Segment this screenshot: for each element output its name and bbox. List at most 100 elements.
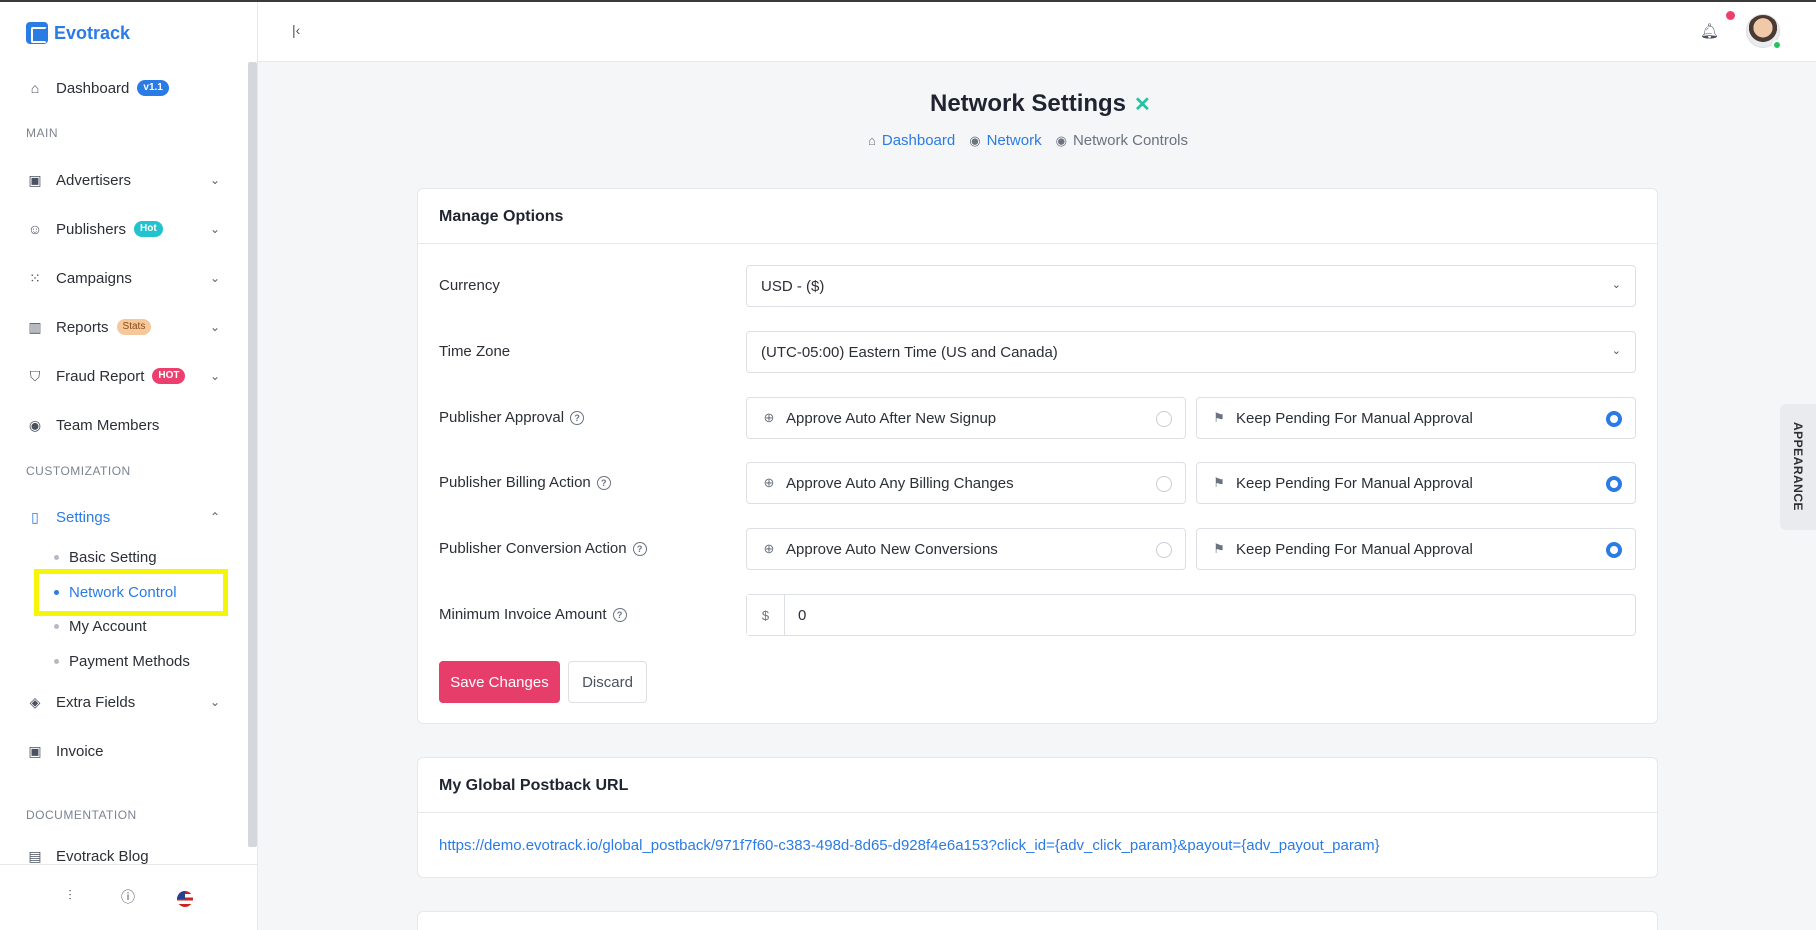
select-value: USD - ($) xyxy=(761,277,825,295)
chevron-down-icon: ⌄ xyxy=(209,173,221,187)
globe-icon: ⊕ xyxy=(763,541,775,556)
sidebar-item-dashboard[interactable]: ⌂ Dashboard v1.1 xyxy=(26,74,222,102)
billing-action-label: Publisher Billing Action ? xyxy=(439,474,611,491)
sliders-icon[interactable]: ⫶ xyxy=(61,887,79,905)
postback-card: My Global Postback URL https://demo.evot… xyxy=(417,757,1658,878)
approve-auto-signup-option[interactable]: ⊕ Approve Auto After New Signup xyxy=(746,397,1186,439)
sidebar-item-label: Team Members xyxy=(56,416,160,434)
option-label: Approve Auto Any Billing Changes xyxy=(786,474,1014,492)
tag-icon: ◈ xyxy=(29,693,41,710)
min-invoice-input-group: $ 0 xyxy=(746,594,1636,636)
settings-icon: ▯ xyxy=(31,508,39,525)
keep-pending-signup-option[interactable]: ⚑ Keep Pending For Manual Approval xyxy=(1196,397,1636,439)
help-icon[interactable]: ? xyxy=(570,410,585,425)
top-border xyxy=(0,0,1816,2)
keep-pending-conversions-option[interactable]: ⚑ Keep Pending For Manual Approval xyxy=(1196,528,1636,570)
timezone-select[interactable]: (UTC-05:00) Eastern Time (US and Canada)… xyxy=(746,331,1636,373)
help-icon[interactable]: ? xyxy=(596,475,611,490)
globe-icon: ⊕ xyxy=(763,410,775,425)
sidebar-item-label: Campaigns xyxy=(56,269,132,287)
radio-button[interactable] xyxy=(1606,411,1622,427)
sidebar-item-label: Settings xyxy=(56,508,111,526)
approve-auto-conversions-option[interactable]: ⊕ Approve Auto New Conversions xyxy=(746,528,1186,570)
sidebar-item-label: Reports xyxy=(56,318,109,336)
eye-icon: ◉ xyxy=(28,416,42,433)
document-icon: ▤ xyxy=(28,847,42,864)
flag-icon: ⚑ xyxy=(1213,410,1225,425)
option-label: Approve Auto After New Signup xyxy=(786,409,997,427)
collapse-sidebar-icon[interactable]: |‹ xyxy=(292,22,300,38)
approve-auto-billing-option[interactable]: ⊕ Approve Auto Any Billing Changes xyxy=(746,462,1186,504)
sidebar-subitem-my-account[interactable]: My Account xyxy=(54,618,147,635)
help-icon[interactable]: ? xyxy=(612,607,627,622)
sidebar-item-team-members[interactable]: ◉ Team Members xyxy=(26,411,222,439)
hot-badge: HOT xyxy=(152,368,186,384)
home-icon: ⌂ xyxy=(868,133,876,148)
chevron-down-icon: ⌄ xyxy=(1611,279,1621,291)
appearance-tab-label: APPEARANCE xyxy=(1791,422,1805,512)
label-text: Publisher Billing Action xyxy=(439,474,591,491)
logo-icon xyxy=(26,22,48,44)
section-label-documentation: DOCUMENTATION xyxy=(26,808,137,822)
radio-button[interactable] xyxy=(1606,476,1622,492)
radio-button[interactable] xyxy=(1156,476,1172,492)
currency-select[interactable]: USD - ($) ⌄ xyxy=(746,265,1636,307)
label-text: Publisher Approval xyxy=(439,409,565,426)
sidebar-footer: ⫶ ⓘ xyxy=(0,864,257,930)
sidebar-item-blog[interactable]: ▤ Evotrack Blog xyxy=(26,846,222,866)
appearance-tab[interactable]: APPEARANCE xyxy=(1780,404,1816,530)
sidebar-item-label: Fraud Report xyxy=(56,367,145,385)
contact-icon: ▣ xyxy=(28,171,42,188)
sidebar-item-fraud-report[interactable]: ⛉ Fraud Report HOT ⌄ xyxy=(26,362,222,390)
help-icon[interactable]: ? xyxy=(632,541,647,556)
sidebar-subitem-payment-methods[interactable]: Payment Methods xyxy=(54,653,190,670)
radio-button[interactable] xyxy=(1606,542,1622,558)
tools-icon: ✕ xyxy=(1134,93,1151,116)
flag-icon: ⚑ xyxy=(1213,541,1225,556)
bullet-icon xyxy=(54,659,59,664)
save-changes-button[interactable]: Save Changes xyxy=(439,661,560,703)
flag-icon: ⚑ xyxy=(1213,475,1225,490)
sidebar-item-settings[interactable]: ▯ Settings ⌃ xyxy=(26,503,222,531)
sidebar-subitem-basic-setting[interactable]: Basic Setting xyxy=(54,549,157,566)
logo[interactable]: Evotrack xyxy=(26,22,130,44)
page-title: Network Settings ✕ xyxy=(930,90,1151,118)
bell-icon[interactable]: 🔔︎ xyxy=(1700,22,1719,40)
min-invoice-input[interactable]: 0 xyxy=(785,595,1635,635)
chevron-up-icon: ⌃ xyxy=(209,510,221,524)
highlight-box xyxy=(34,569,228,616)
bar-chart-icon: ▥ xyxy=(28,318,42,335)
conversion-action-label: Publisher Conversion Action ? xyxy=(439,540,647,557)
sidebar-item-invoice[interactable]: ▣ Invoice xyxy=(26,737,222,765)
sidebar-item-advertisers[interactable]: ▣ Advertisers ⌄ xyxy=(26,166,222,194)
sidebar-item-label: Invoice xyxy=(56,742,104,760)
eye-icon: ◉ xyxy=(1055,132,1067,148)
chevron-down-icon: ⌄ xyxy=(209,695,221,709)
sidebar-scrollbar[interactable] xyxy=(248,62,257,847)
label-text: Minimum Invoice Amount xyxy=(439,606,607,623)
manage-options-card: Manage Options Currency USD - ($) ⌄ Time… xyxy=(417,188,1658,724)
hot-badge: Hot xyxy=(134,221,163,237)
discard-button[interactable]: Discard xyxy=(568,661,647,703)
shield-icon: ⛉ xyxy=(29,367,41,384)
breadcrumb-dashboard[interactable]: Dashboard xyxy=(882,132,955,149)
sidebar-item-label: Evotrack Blog xyxy=(56,847,149,865)
radio-button[interactable] xyxy=(1156,411,1172,427)
sidebar-item-publishers[interactable]: ☺ Publishers Hot ⌄ xyxy=(26,215,222,243)
keep-pending-billing-option[interactable]: ⚑ Keep Pending For Manual Approval xyxy=(1196,462,1636,504)
chevron-down-icon: ⌄ xyxy=(209,320,221,334)
postback-url-link[interactable]: https://demo.evotrack.io/global_postback… xyxy=(439,837,1380,854)
help-icon[interactable]: ⓘ xyxy=(119,887,137,905)
sidebar-item-campaigns[interactable]: ⁙ Campaigns ⌄ xyxy=(26,264,222,292)
bullet-icon xyxy=(54,555,59,560)
breadcrumb: ⌂ Dashboard ◉ Network ◉ Network Controls xyxy=(868,132,1188,149)
sidebar-item-reports[interactable]: ▥ Reports Stats ⌄ xyxy=(26,313,222,341)
sidebar: Evotrack ⌂ Dashboard v1.1 MAIN ▣ Adverti… xyxy=(0,2,258,930)
radio-button[interactable] xyxy=(1156,542,1172,558)
breadcrumb-network[interactable]: Network xyxy=(987,132,1042,149)
option-label: Keep Pending For Manual Approval xyxy=(1236,409,1473,427)
us-flag-icon[interactable] xyxy=(177,891,193,907)
option-label: Approve Auto New Conversions xyxy=(786,540,998,558)
sidebar-item-extra-fields[interactable]: ◈ Extra Fields ⌄ xyxy=(26,688,222,716)
card-header: Manage Options xyxy=(418,189,1657,244)
